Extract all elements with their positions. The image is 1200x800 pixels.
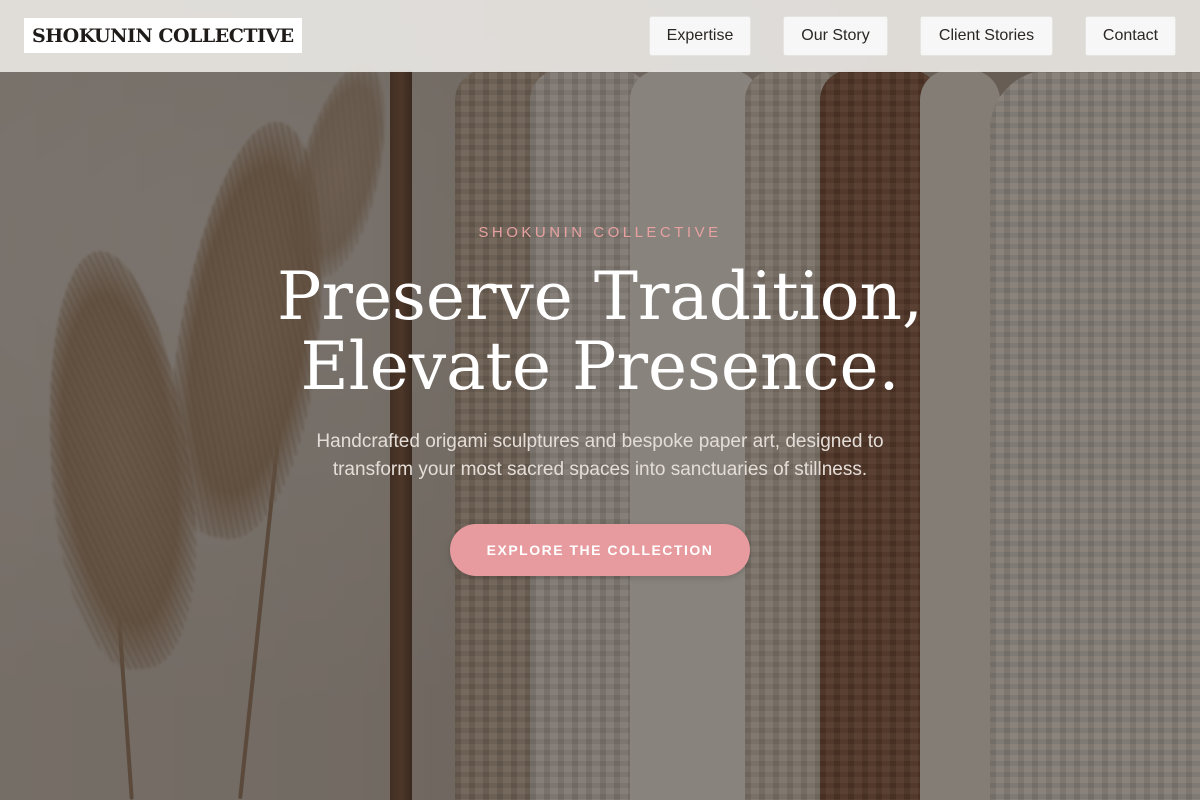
explore-collection-button[interactable]: EXPLORE THE COLLECTION bbox=[450, 524, 750, 576]
hero-headline-line-1: Preserve Tradition, bbox=[277, 258, 923, 335]
page: SHOKUNIN COLLECTIVE Expertise Our Story … bbox=[0, 0, 1200, 800]
nav-link-our-story[interactable]: Our Story bbox=[783, 16, 888, 56]
hero-headline-line-2: Elevate Presence. bbox=[300, 328, 900, 405]
hero-subtext-line-1: Handcrafted origami sculptures and bespo… bbox=[316, 431, 884, 452]
nav-link-expertise[interactable]: Expertise bbox=[649, 16, 751, 56]
hero-headline: Preserve Tradition, Elevate Presence. bbox=[150, 262, 1050, 402]
nav-link-contact[interactable]: Contact bbox=[1085, 16, 1176, 56]
top-navbar: SHOKUNIN COLLECTIVE Expertise Our Story … bbox=[0, 0, 1200, 72]
hero-subtext: Handcrafted origami sculptures and bespo… bbox=[260, 428, 940, 484]
brand-logo[interactable]: SHOKUNIN COLLECTIVE bbox=[24, 18, 302, 53]
nav-link-client-stories[interactable]: Client Stories bbox=[920, 16, 1053, 56]
hero-eyebrow: SHOKUNIN COLLECTIVE bbox=[478, 224, 722, 241]
hero-section: SHOKUNIN COLLECTIVE Preserve Tradition, … bbox=[0, 72, 1200, 800]
hero-subtext-line-2: transform your most sacred spaces into s… bbox=[332, 459, 868, 480]
